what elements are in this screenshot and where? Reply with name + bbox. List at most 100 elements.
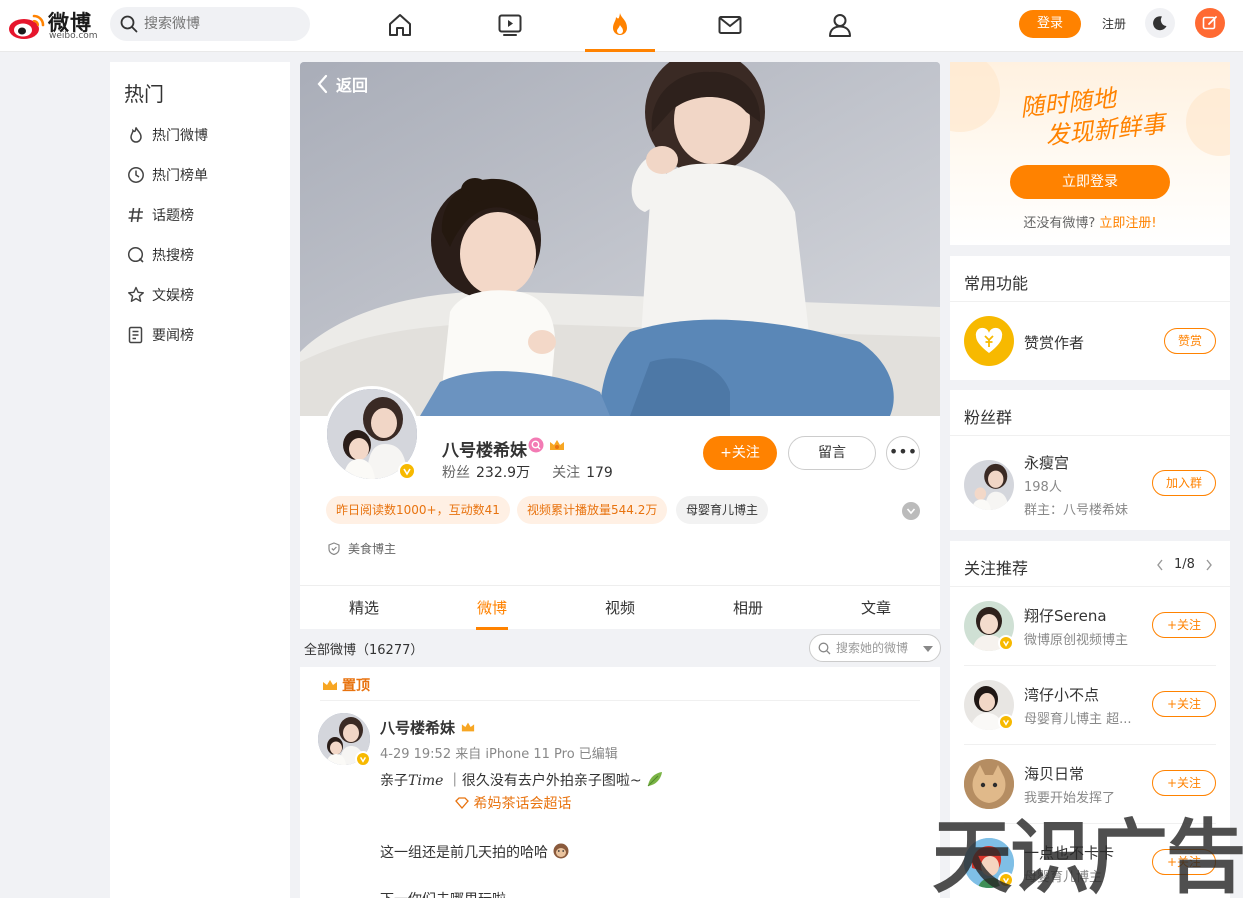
shield-icon (328, 542, 340, 555)
super-topic-link[interactable]: 希妈茶话会超话 (455, 793, 571, 813)
fan-group-owner: 群主：八号楼希妹 (1024, 503, 1129, 518)
recommend-name-2[interactable]: 湾仔小不点 (1024, 684, 1099, 705)
fan-group-avatar[interactable] (964, 460, 1014, 510)
sidebar-item-topics[interactable]: 话题榜 (126, 203, 194, 227)
user-icon (829, 14, 851, 37)
dark-mode-toggle[interactable] (1145, 8, 1175, 38)
post-author[interactable]: 八号楼希妹 (380, 717, 476, 738)
search-box[interactable] (110, 7, 310, 41)
left-sidebar: 热门 热门微博 热门榜单 话题榜 热搜榜 文娱榜 要闻榜 (110, 62, 290, 898)
recommend-name-3[interactable]: 海贝日常 (1024, 763, 1084, 784)
tab-featured[interactable]: 精选 (324, 586, 404, 630)
super-topic-badge-icon (528, 437, 544, 453)
weibo-logo[interactable]: 微博 weibo.com (8, 6, 100, 41)
reward-button[interactable]: 赞赏 (1164, 328, 1216, 354)
sidebar-item-entertainment[interactable]: 文娱榜 (126, 283, 194, 307)
sidebar-item-label: 热门榜单 (152, 168, 208, 184)
all-weibo-count: 全部微博（16277） (304, 643, 424, 658)
post-text-line3: 下一你们去哪里玩啦 (380, 889, 506, 898)
pinned-post: 置顶 八号楼希妹 4-29 19:52 来自 iPhone 11 Pro 已编辑… (300, 667, 940, 898)
pinned-divider (320, 700, 920, 701)
fan-group-name[interactable]: 永瘦宫 (1024, 452, 1069, 473)
expand-info-button[interactable] (902, 502, 920, 520)
chevron-left-icon[interactable] (1156, 559, 1164, 571)
nav-hot[interactable] (604, 9, 636, 41)
recommend-follow-button-2[interactable]: +关注 (1152, 691, 1216, 717)
search-icon (818, 642, 831, 655)
tab-video[interactable]: 视频 (580, 586, 660, 630)
profile-stats: 粉丝 232.9万 关注 179 (442, 462, 613, 482)
back-button[interactable]: 返回 (316, 72, 368, 96)
recommend-follow-button-1[interactable]: +关注 (1152, 612, 1216, 638)
caret-down-icon (923, 646, 933, 652)
login-promo-card: 随时随地 发现新鲜事 立即登录 还没有微博? 立即注册! (950, 62, 1230, 245)
sidebar-item-hot-list[interactable]: 热门榜单 (126, 163, 208, 187)
profile-main: 返回 八号楼希妹 粉丝 232.9万 关注 179 +关注 留言 ••• 昨日阅… (300, 62, 941, 898)
post-meta[interactable]: 4-29 19:52 来自 iPhone 11 Pro 已编辑 (380, 743, 618, 762)
profile-search-box[interactable]: 搜索她的微博 (809, 634, 941, 662)
reward-icon-wrap (964, 316, 1014, 366)
register-now-link[interactable]: 立即注册! (1099, 216, 1156, 231)
video-stats-tag[interactable]: 视频累计播放量544.2万 (517, 496, 668, 524)
home-icon (389, 14, 411, 36)
recommend-desc-2: 母婴育儿博主 超... (1024, 712, 1132, 727)
list-divider (964, 744, 1216, 745)
cover-image (300, 62, 940, 416)
recommend-follow-button-3[interactable]: +关注 (1152, 770, 1216, 796)
recommend-name-1[interactable]: 翔仔Serena (1024, 605, 1107, 626)
reading-stats-tag[interactable]: 昨日阅读数1000+，互动数41 (326, 496, 510, 524)
post-text-line1: 亲子Time ｜很久没有去户外拍亲子图啦~ (380, 769, 664, 793)
sidebar-item-news[interactable]: 要闻榜 (126, 323, 194, 347)
logo-subtext: weibo.com (49, 31, 98, 41)
chevron-right-icon[interactable] (1205, 559, 1213, 571)
chevron-down-icon (906, 508, 916, 515)
recommend-desc-1: 微博原创视频博主 (1024, 633, 1129, 648)
crown-icon (323, 680, 337, 690)
sidebar-item-label: 要闻榜 (152, 328, 194, 344)
nav-video[interactable] (494, 9, 526, 41)
compose-button[interactable] (1195, 8, 1225, 38)
sidebar-item-label: 话题榜 (152, 208, 194, 224)
sidebar-item-hot-weibo[interactable]: 热门微博 (126, 123, 208, 147)
nav-profile[interactable] (824, 9, 856, 41)
common-functions-title: 常用功能 (964, 274, 1029, 293)
fan-group-members: 198人 (1024, 480, 1062, 495)
fans-count[interactable]: 粉丝 232.9万 (442, 462, 530, 482)
verified-badge-icon (998, 714, 1014, 730)
crown-badge-icon (462, 722, 475, 732)
tab-album[interactable]: 相册 (708, 586, 788, 630)
tab-weibo[interactable]: 微博 (452, 586, 532, 630)
more-options-button[interactable]: ••• (886, 436, 920, 470)
nav-messages[interactable] (714, 9, 746, 41)
sidebar-item-label: 热门微博 (152, 128, 208, 144)
message-button[interactable]: 留言 (788, 436, 876, 470)
clock-icon (126, 165, 146, 185)
follow-button[interactable]: +关注 (703, 436, 777, 470)
sidebar-item-hot-search[interactable]: 热搜榜 (126, 243, 194, 267)
recommend-avatar-3[interactable] (964, 759, 1014, 809)
monkey-emoji-icon (553, 843, 569, 859)
nav-home[interactable] (384, 9, 416, 41)
recommend-desc-3: 我要开始发挥了 (1024, 791, 1116, 806)
join-group-button[interactable]: 加入群 (1152, 470, 1216, 496)
login-now-button[interactable]: 立即登录 (1010, 165, 1170, 199)
category-tag[interactable]: 母婴育儿博主 (676, 496, 769, 524)
profile-search-placeholder: 搜索她的微博 (836, 641, 909, 655)
following-count[interactable]: 关注 179 (552, 462, 613, 482)
moon-icon (1153, 16, 1167, 31)
leaf-emoji-icon (647, 772, 663, 787)
certification: 美食博主 (328, 540, 396, 557)
card-divider (950, 586, 1230, 587)
search-icon (120, 15, 138, 33)
register-link[interactable]: 注册 (1098, 10, 1130, 38)
watermark-text: 天识广告 (932, 811, 1243, 898)
pinned-label: 置顶 (322, 675, 370, 695)
tab-articles[interactable]: 文章 (836, 586, 916, 630)
news-icon (126, 325, 146, 345)
login-button[interactable]: 登录 (1019, 10, 1081, 38)
search-input[interactable] (144, 7, 304, 41)
card-divider (950, 301, 1230, 302)
fan-group-card: 粉丝群 永瘦宫 198人 群主：八号楼希妹 加入群 (950, 390, 1230, 530)
register-hint: 还没有微博? 立即注册! (1023, 216, 1157, 231)
top-navigation-bar: 微博 weibo.com 搜索微博 登录 注册 (0, 0, 1243, 52)
